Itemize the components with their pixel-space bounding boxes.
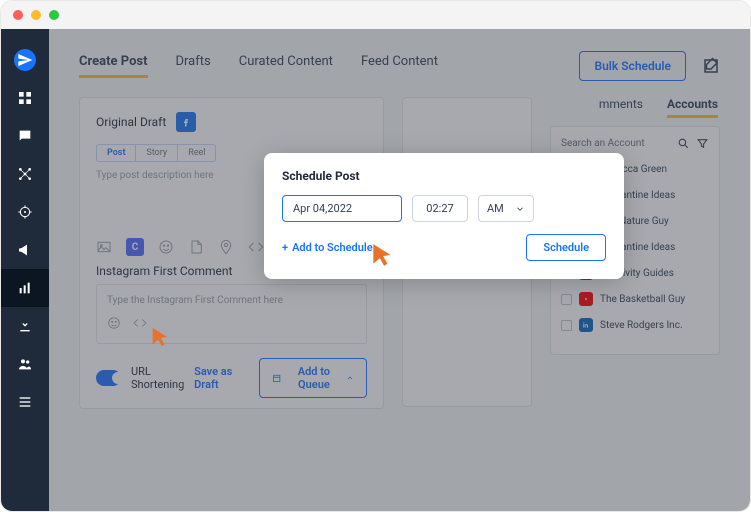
ampm-select[interactable]: AM [478,195,534,222]
date-input[interactable] [282,195,402,222]
modal-title: Schedule Post [282,169,606,183]
time-input[interactable] [412,195,468,222]
grid-icon [17,90,33,106]
sidebar-analytics[interactable] [1,269,49,307]
settings-icon [17,394,33,410]
sidebar-messages[interactable] [1,117,49,155]
ampm-value: AM [487,202,504,215]
window-close-icon[interactable] [13,10,23,20]
cursor-pointer-icon [369,241,395,273]
window-maximize-icon[interactable] [49,10,59,20]
add-to-schedule-button[interactable]: + Add to Schedule [282,241,373,254]
megaphone-icon [17,242,33,258]
download-icon [17,318,33,334]
network-icon [17,166,33,182]
sidebar-megaphone[interactable] [1,231,49,269]
window-titlebar [1,1,750,29]
add-schedule-label: Add to Schedule [292,241,373,254]
sidebar-dashboard[interactable] [1,79,49,117]
sidebar-target[interactable] [1,193,49,231]
plus-icon: + [282,241,288,254]
window-minimize-icon[interactable] [31,10,41,20]
schedule-modal: Schedule Post AM + Add to Schedule Sched… [264,153,624,279]
users-icon [17,356,33,372]
target-icon [17,204,33,220]
sidebar-users[interactable] [1,345,49,383]
paper-plane-icon [14,49,36,71]
sidebar [1,29,49,512]
chat-icon [17,128,33,144]
schedule-button[interactable]: Schedule [526,234,606,261]
chart-icon [17,280,33,296]
sidebar-compass[interactable] [1,41,49,79]
chevron-down-icon [515,204,525,214]
sidebar-settings[interactable] [1,383,49,421]
cursor-pointer-icon-2 [149,325,171,353]
sidebar-download[interactable] [1,307,49,345]
sidebar-network[interactable] [1,155,49,193]
